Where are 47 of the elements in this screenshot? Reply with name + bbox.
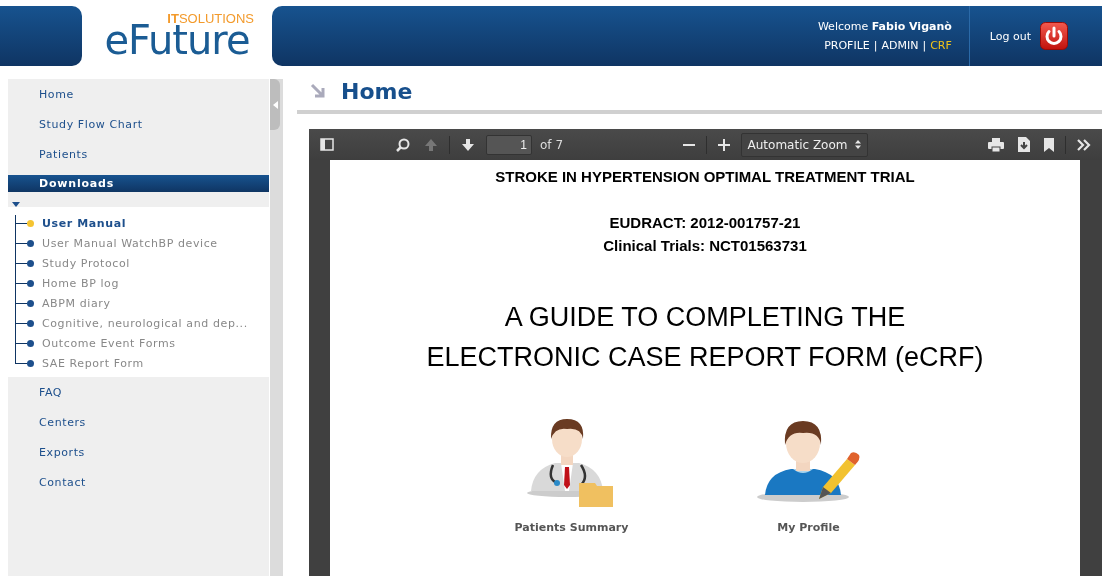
zoom-in-icon[interactable] xyxy=(717,138,730,151)
submenu-item[interactable]: Outcome Event Forms xyxy=(42,336,176,350)
search-icon[interactable] xyxy=(396,137,410,152)
welcome-text: Welcome Fabio Viganò xyxy=(817,20,952,33)
page-count-text: of 7 xyxy=(540,137,563,152)
sidebar-toggle-icon[interactable] xyxy=(320,138,334,151)
separator-text: | xyxy=(873,39,878,52)
sidebar-section[interactable]: Downloads xyxy=(8,175,269,192)
separator-text: | xyxy=(922,39,927,52)
zoom-select[interactable]: Automatic Zoom xyxy=(740,132,869,157)
document-text: ELECTRONIC CASE REPORT FORM (eCRF) xyxy=(426,341,984,374)
bookmark-icon[interactable] xyxy=(1044,137,1054,152)
double-chevron-icon[interactable] xyxy=(1077,138,1091,151)
document-text: A GUIDE TO COMPLETING THE xyxy=(504,301,906,334)
sidebar-item[interactable]: Study Flow Chart xyxy=(8,109,269,139)
nav-link[interactable]: ADMIN xyxy=(881,39,919,52)
submenu-item[interactable]: Study Protocol xyxy=(42,256,130,270)
document-text: Clinical Trials: NCT01563731 xyxy=(603,236,807,256)
figure-caption: Patients Summary xyxy=(514,521,629,534)
logo-tagline: ITSOLUTIONS xyxy=(167,13,254,25)
nav-link[interactable]: PROFILE xyxy=(824,39,870,52)
power-icon[interactable] xyxy=(1040,22,1068,50)
sidebar-item[interactable]: Patients xyxy=(8,139,269,169)
print-icon[interactable] xyxy=(988,137,1004,152)
down-arrow-icon[interactable] xyxy=(461,137,475,152)
sidebar-item[interactable]: Centers xyxy=(8,407,269,437)
submenu-item[interactable]: User Manual WatchBP device xyxy=(42,236,218,250)
submenu-item[interactable]: Cognitive, neurological and dep... xyxy=(42,316,248,330)
document-text: EUDRACT: 2012-001757-21 xyxy=(609,213,801,233)
collapse-arrow-icon xyxy=(272,100,278,109)
nav-link[interactable]: CRF xyxy=(930,39,952,52)
page-number-field[interactable]: 1 xyxy=(486,134,532,155)
submenu-item[interactable]: User Manual xyxy=(42,216,127,230)
download-icon[interactable] xyxy=(1018,137,1030,152)
sidebar-item[interactable]: Home xyxy=(8,79,269,109)
submenu-item[interactable]: ABPM diary xyxy=(42,296,111,310)
sidebar-item[interactable]: Contact xyxy=(8,467,269,497)
sidebar-item[interactable]: FAQ xyxy=(8,377,269,407)
submenu-item[interactable]: SAE Report Form xyxy=(42,356,144,370)
submenu-item[interactable]: Home BP log xyxy=(42,276,120,290)
select-caret-icon xyxy=(855,140,862,149)
document-text: STROKE IN HYPERTENSION OPTIMAL TREATMENT TRIAL xyxy=(495,168,915,185)
page-title: Home xyxy=(341,79,413,104)
figure-caption: My Profile xyxy=(777,521,840,534)
collapse-handle[interactable] xyxy=(270,79,280,130)
sidebar-item[interactable]: Exports xyxy=(8,437,269,467)
logout-link[interactable]: Log out xyxy=(989,29,1031,43)
